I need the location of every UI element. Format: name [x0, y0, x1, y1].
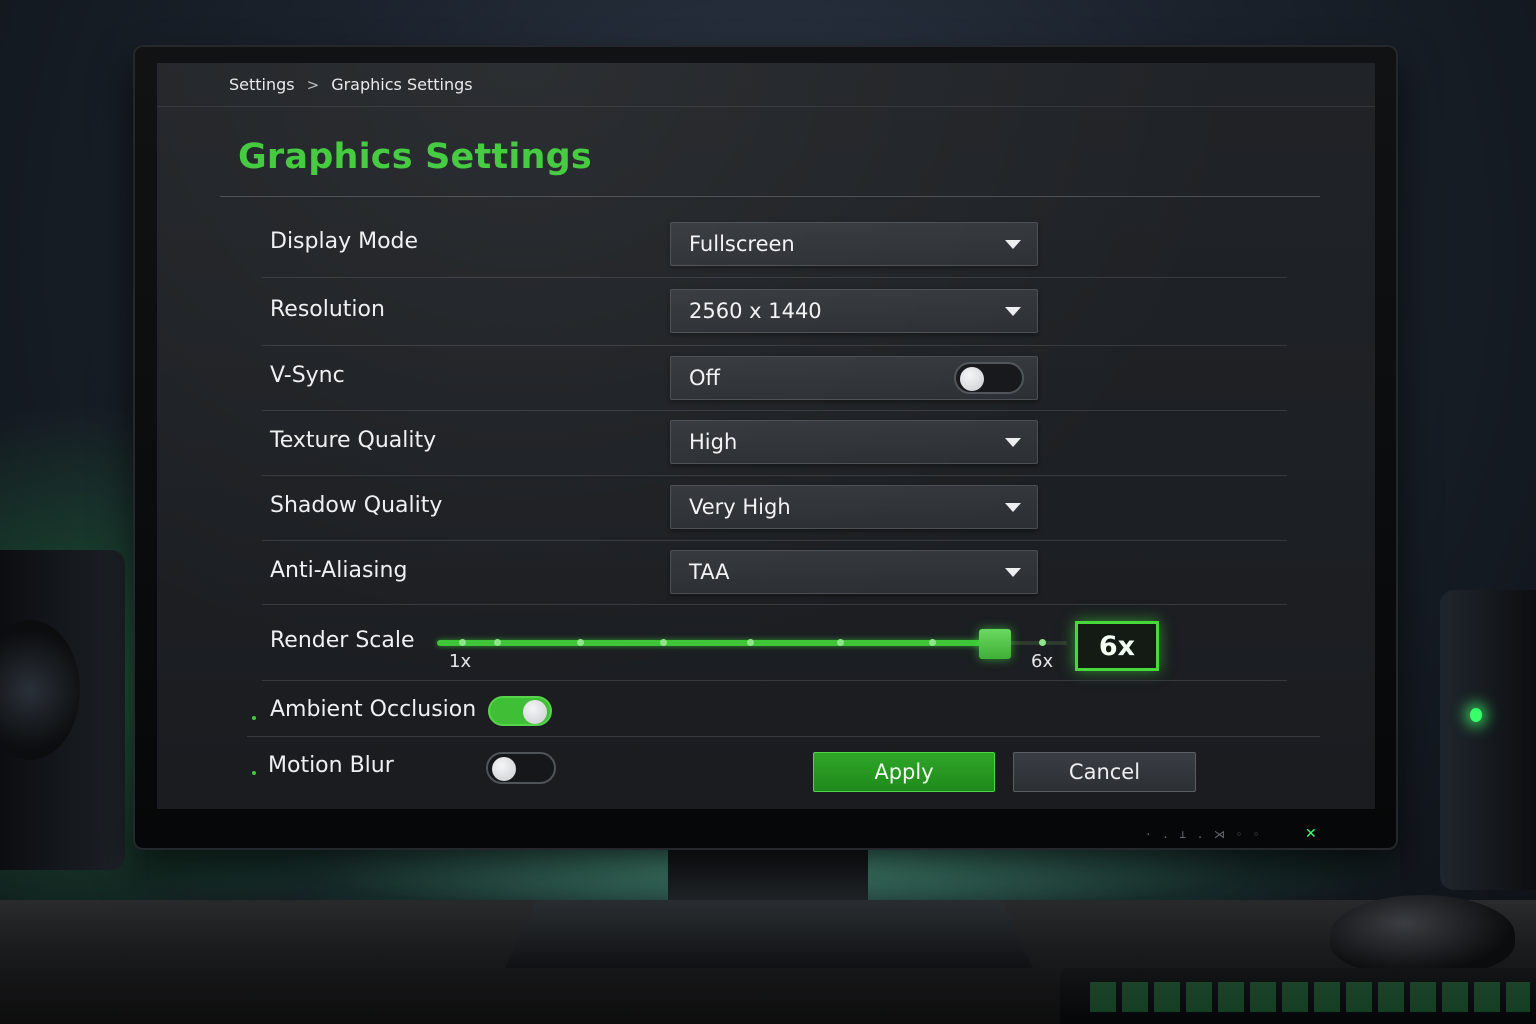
slider-tick: [929, 639, 936, 646]
row-divider: [262, 475, 1287, 476]
display-mode-label: Display Mode: [270, 229, 419, 254]
keyboard-keys: [1090, 982, 1530, 1012]
breadcrumb-current: Graphics Settings: [331, 75, 473, 94]
breadcrumb-bar: Settings > Graphics Settings: [157, 63, 1375, 107]
left-speaker: [0, 550, 125, 870]
caret-down-icon: [1005, 568, 1021, 577]
keyboard: [1060, 968, 1536, 1024]
resolution-dropdown[interactable]: 2560 x 1440: [670, 289, 1038, 333]
vsync-value: Off: [689, 366, 720, 390]
motion-blur-toggle[interactable]: [486, 752, 556, 784]
slider-tick: [577, 639, 584, 646]
toggle-knob: [523, 700, 547, 724]
render-scale-min: 1x: [449, 651, 472, 672]
slider-tick: [837, 639, 844, 646]
texture-quality-dropdown[interactable]: High: [670, 420, 1038, 464]
speaker-led: [1470, 708, 1482, 722]
render-scale-max: 6x: [1031, 651, 1054, 672]
anti-aliasing-label: Anti-Aliasing: [270, 558, 408, 583]
row-divider: [262, 540, 1287, 541]
bezel-control-icons: · . ⊥ . ⋊ ◦ ◦: [1145, 828, 1262, 841]
toggle-knob: [960, 367, 984, 391]
row-divider: [247, 736, 1320, 737]
render-scale-value: 6x: [1075, 621, 1159, 671]
row-bullet: [252, 771, 256, 775]
vsync-toggle[interactable]: [954, 362, 1024, 394]
anti-aliasing-value: TAA: [689, 560, 730, 584]
right-speaker: [1440, 590, 1536, 890]
row-divider: [262, 604, 1287, 605]
ambient-occlusion-label: Ambient Occlusion: [270, 697, 477, 722]
slider-tick: [459, 639, 466, 646]
anti-aliasing-dropdown[interactable]: TAA: [670, 550, 1038, 594]
apply-button[interactable]: Apply: [813, 752, 995, 792]
shadow-quality-label: Shadow Quality: [270, 493, 443, 518]
bezel-close-icon: ✕: [1305, 826, 1317, 842]
resolution-value: 2560 x 1440: [689, 299, 822, 323]
render-scale-slider[interactable]: [437, 629, 1067, 659]
display-mode-dropdown[interactable]: Fullscreen: [670, 222, 1038, 266]
row-bullet: [252, 716, 256, 720]
caret-down-icon: [1005, 503, 1021, 512]
display-mode-value: Fullscreen: [689, 232, 795, 256]
cancel-button[interactable]: Cancel: [1013, 752, 1196, 792]
speaker-cone: [0, 620, 80, 760]
slider-tick: [1039, 639, 1046, 646]
page-title: Graphics Settings: [238, 137, 592, 177]
monitor-stand-base: [505, 900, 1033, 968]
slider-tick: [494, 639, 501, 646]
ambient-occlusion-toggle[interactable]: [488, 696, 552, 726]
row-divider: [262, 277, 1287, 278]
slider-tick: [660, 639, 667, 646]
vsync-field: Off: [670, 356, 1038, 400]
texture-quality-label: Texture Quality: [270, 428, 437, 453]
shadow-quality-dropdown[interactable]: Very High: [670, 485, 1038, 529]
shadow-quality-value: Very High: [689, 495, 791, 519]
title-divider: [220, 196, 1320, 197]
texture-quality-value: High: [689, 430, 738, 454]
breadcrumb-settings-link[interactable]: Settings: [229, 75, 295, 94]
slider-thumb[interactable]: [979, 629, 1011, 659]
caret-down-icon: [1005, 307, 1021, 316]
settings-screen: Settings > Graphics Settings Graphics Se…: [157, 63, 1375, 809]
row-divider: [262, 410, 1287, 411]
row-divider: [262, 345, 1287, 346]
caret-down-icon: [1005, 438, 1021, 447]
vsync-label: V-Sync: [270, 363, 345, 388]
slider-fill: [437, 640, 995, 646]
caret-down-icon: [1005, 240, 1021, 249]
chevron-right-icon: >: [306, 75, 320, 94]
mouse: [1330, 895, 1515, 975]
row-divider: [262, 680, 1287, 681]
render-scale-label: Render Scale: [270, 628, 415, 653]
breadcrumb: Settings > Graphics Settings: [229, 75, 473, 94]
resolution-label: Resolution: [270, 297, 385, 322]
motion-blur-label: Motion Blur: [268, 753, 394, 778]
slider-tick: [747, 639, 754, 646]
toggle-knob: [492, 757, 516, 781]
